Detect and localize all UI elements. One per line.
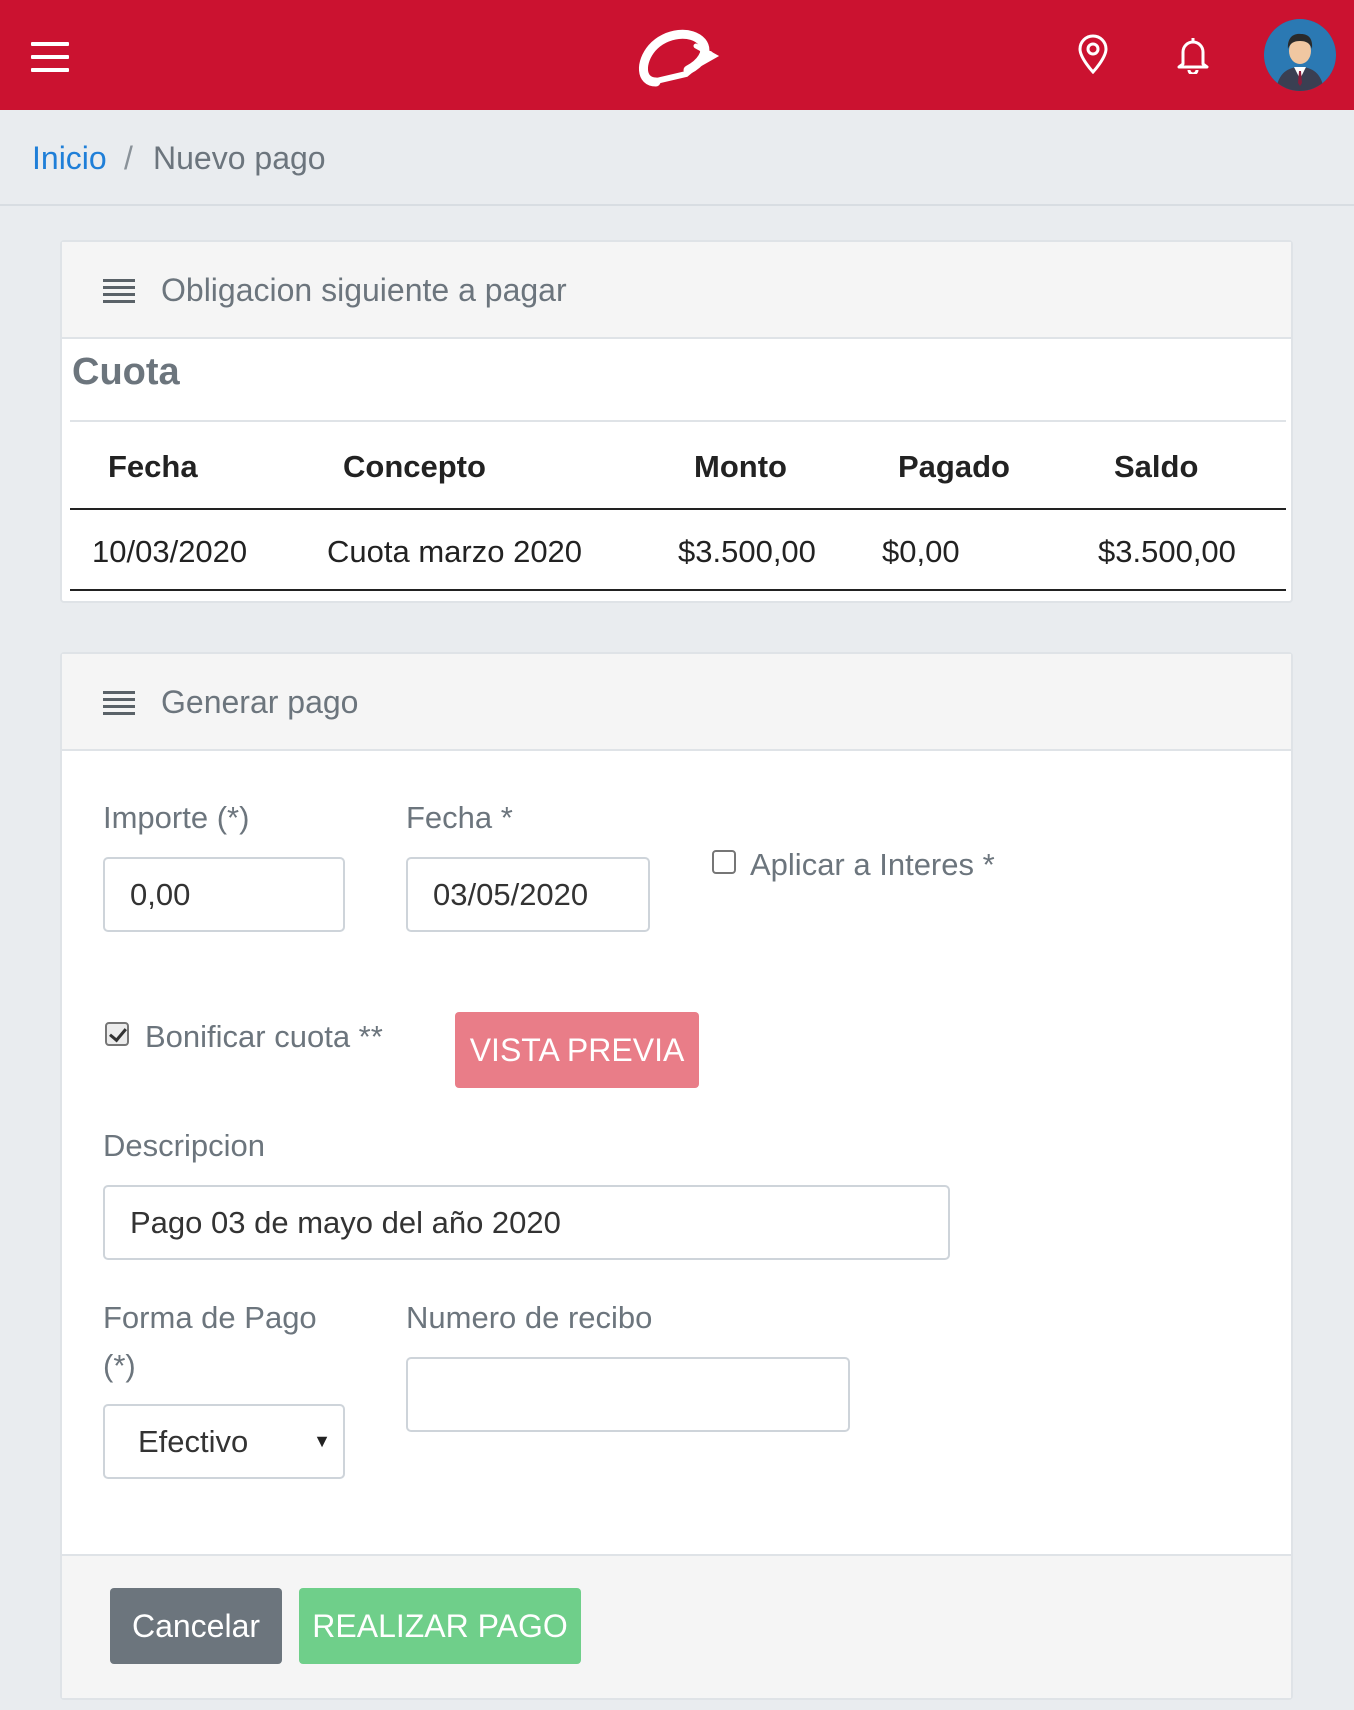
payment-card-title: Generar pago <box>161 684 359 720</box>
realizar-pago-button[interactable]: REALIZAR PAGO <box>299 1588 581 1664</box>
divider <box>70 420 1286 422</box>
fecha-label: Fecha * <box>406 800 513 835</box>
breadcrumb-home-link[interactable]: Inicio <box>32 140 107 177</box>
obligation-card: Obligacion siguiente a pagar Cuota Fecha… <box>60 240 1293 603</box>
preview-button[interactable]: VISTA PREVIA <box>455 1012 699 1088</box>
obligation-card-body: Cuota Fecha Concepto Monto Pagado Saldo … <box>62 339 1291 601</box>
table-cell: $3.500,00 <box>1098 534 1236 569</box>
breadcrumb-separator: / <box>124 140 133 176</box>
fecha-input[interactable]: 03/05/2020 <box>406 857 650 932</box>
forma-pago-selected-value: Efectivo <box>138 1424 249 1459</box>
column-header-pagado: Pagado <box>898 449 1010 484</box>
column-header-concepto: Concepto <box>343 449 486 484</box>
obligation-card-title: Obligacion siguiente a pagar <box>161 272 567 308</box>
section-title: Cuota <box>72 351 180 393</box>
chevron-down-icon: ▼ <box>313 1431 331 1451</box>
column-header-monto: Monto <box>694 449 787 484</box>
column-header-fecha: Fecha <box>108 449 198 484</box>
aplicar-interes-label: Aplicar a Interes * <box>750 847 995 882</box>
divider <box>70 589 1286 591</box>
bonificar-cuota-label: Bonificar cuota ** <box>145 1019 383 1054</box>
table-cell: Cuota marzo 2020 <box>327 534 583 569</box>
forma-pago-label: Forma de Pago <box>103 1300 317 1335</box>
list-icon <box>103 279 135 303</box>
list-icon <box>103 691 135 715</box>
bonificar-cuota-checkbox[interactable] <box>105 1022 129 1046</box>
payment-card-footer: Cancelar REALIZAR PAGO <box>62 1554 1291 1698</box>
map-pin-icon[interactable] <box>1075 34 1111 74</box>
table-cell: $3.500,00 <box>678 534 816 569</box>
obligation-card-header: Obligacion siguiente a pagar <box>62 242 1291 339</box>
forma-pago-select[interactable]: Efectivo ▼ <box>103 1404 345 1479</box>
numero-recibo-input[interactable] <box>406 1357 850 1432</box>
payment-card-header: Generar pago <box>62 654 1291 751</box>
divider <box>70 508 1286 510</box>
cancel-button[interactable]: Cancelar <box>110 1588 282 1664</box>
top-navbar <box>0 0 1354 110</box>
column-header-saldo: Saldo <box>1114 449 1199 484</box>
forma-pago-label-required: (*) <box>103 1348 136 1383</box>
breadcrumb: Inicio / Nuevo pago <box>0 110 1354 206</box>
hamburger-menu-icon[interactable] <box>31 42 69 72</box>
table-cell: $0,00 <box>882 534 960 569</box>
aplicar-interes-checkbox[interactable] <box>712 850 736 874</box>
breadcrumb-current: Nuevo pago <box>153 140 326 176</box>
importe-input[interactable]: 0,00 <box>103 857 345 932</box>
table-cell: 10/03/2020 <box>92 534 248 569</box>
numero-recibo-label: Numero de recibo <box>406 1300 653 1335</box>
bell-icon[interactable] <box>1175 34 1211 74</box>
descripcion-label: Descripcion <box>103 1128 265 1163</box>
payment-card: Generar pago Importe (*) 0,00 Fecha * 03… <box>60 652 1293 1700</box>
descripcion-input[interactable]: Pago 03 de mayo del año 2020 <box>103 1185 950 1260</box>
importe-label: Importe (*) <box>103 800 250 835</box>
user-avatar-icon[interactable] <box>1264 19 1336 91</box>
brand-logo-icon[interactable] <box>630 20 722 88</box>
